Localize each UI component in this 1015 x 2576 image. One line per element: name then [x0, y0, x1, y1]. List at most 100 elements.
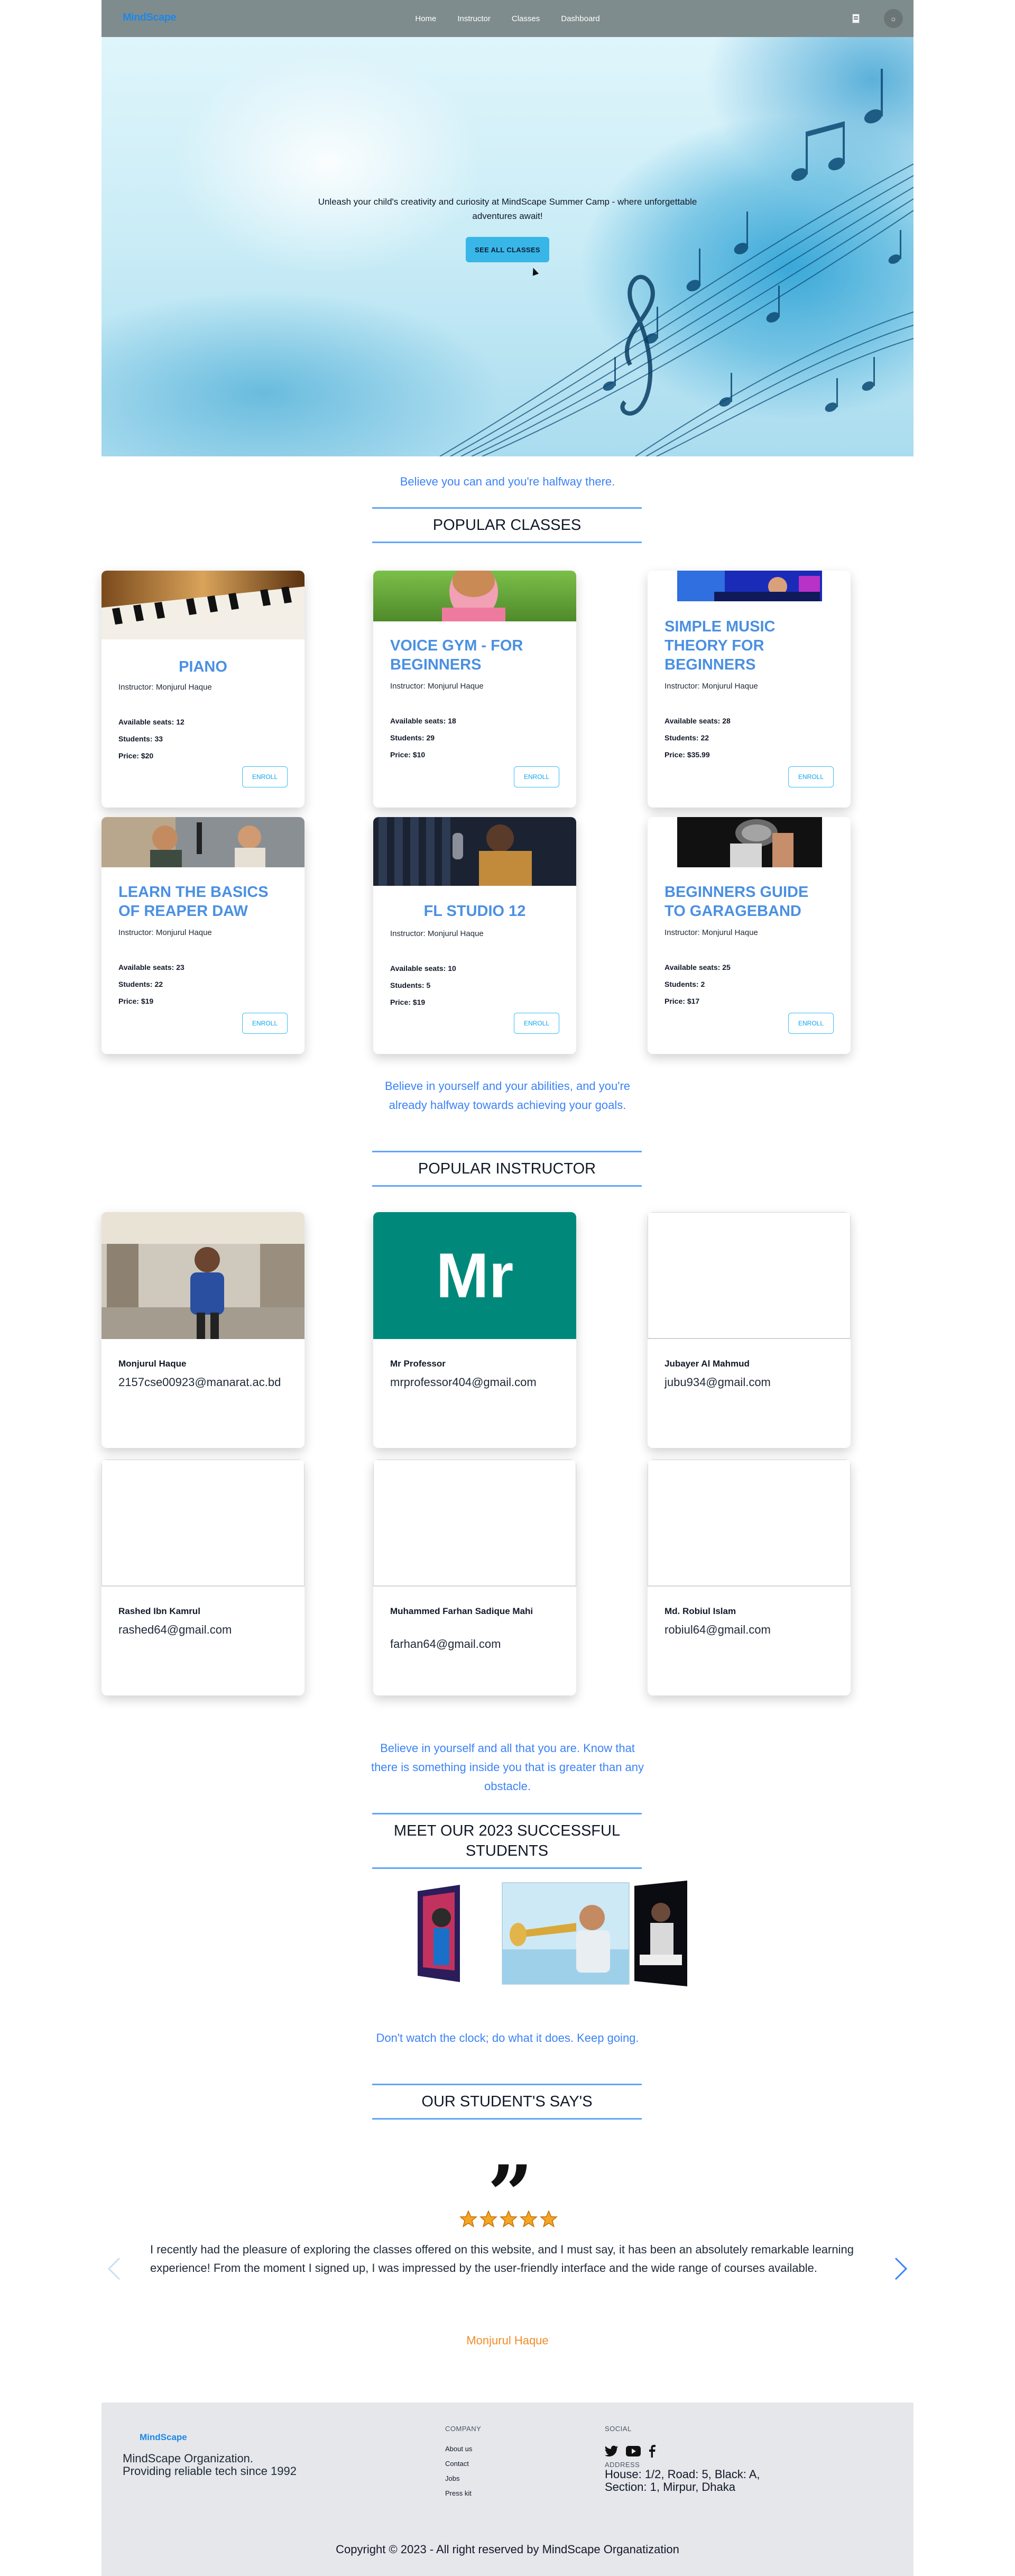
instructor-photo-placeholder [648, 1460, 851, 1587]
class-price: Price: $20 [118, 751, 154, 760]
footer-org-tagline: Providing reliable tech since 1992 [123, 2464, 297, 2478]
class-card: Beginners Guide to GarageBand Instructor… [648, 817, 851, 1054]
star-icon [540, 2210, 558, 2227]
class-instructor: Instructor: Monjurul Haque [390, 682, 484, 691]
twitter-icon[interactable] [605, 2445, 619, 2457]
instructor-email: jubu934@gmail.com [665, 1376, 771, 1389]
facebook-icon[interactable] [648, 2445, 656, 2458]
reviews-quote: Don't watch the clock; do what it does. … [376, 2031, 639, 2045]
instructor-name: Md. Robiul Islam [665, 1606, 736, 1616]
class-price: Price: $35.99 [665, 750, 710, 759]
instructor-photo [102, 1212, 304, 1339]
hero-tagline: Unleash your child's creativity and curi… [318, 197, 697, 221]
available-seats: Available seats: 12 [118, 718, 184, 726]
available-seats: Available seats: 23 [118, 963, 184, 971]
social-icons [605, 2445, 656, 2458]
footer-org: MindScape Organization. Providing reliab… [123, 2452, 297, 2478]
enroll-button[interactable]: ENROLL [514, 766, 559, 787]
reviews-title: OUR STUDENT'S SAY'S [372, 2084, 642, 2120]
footer-link-about[interactable]: About us [445, 2445, 472, 2453]
class-title: Piano [179, 658, 227, 675]
footer-link-contact[interactable]: Contact [445, 2460, 469, 2468]
instructor-photo-placeholder [648, 1212, 851, 1339]
footer-link-jobs[interactable]: Jobs [445, 2474, 459, 2482]
instructor-email: mrprofessor404@gmail.com [390, 1376, 537, 1389]
footer: MindScape MindScape Organization. Provid… [102, 2403, 914, 2576]
instructor-card: Jubayer Al Mahmud jubu934@gmail.com [648, 1212, 851, 1448]
star-icon [500, 2210, 518, 2227]
students-count: Students: 29 [390, 734, 435, 742]
hero-banner: Unleash your child's creativity and curi… [102, 37, 914, 456]
class-image-fl-studio [373, 817, 576, 886]
enroll-button[interactable]: ENROLL [514, 1013, 559, 1034]
instructor-name: Rashed Ibn Kamrul [118, 1606, 200, 1616]
instructor-email: robiul64@gmail.com [665, 1623, 771, 1636]
class-card: Voice Gym - For Beginners Instructor: Mo… [373, 571, 576, 808]
footer-logo[interactable]: MindScape [140, 2432, 187, 2443]
available-seats: Available seats: 25 [665, 963, 731, 971]
students-count: Students: 22 [665, 734, 709, 742]
nav-link-dashboard[interactable]: Dashboard [561, 14, 599, 23]
popular-instructor-title: POPULAR INSTRUCTOR [372, 1151, 642, 1187]
class-title: Simple Music Theory for Beginners [665, 618, 776, 673]
enroll-button[interactable]: ENROLL [242, 1013, 288, 1034]
document-icon[interactable] [852, 14, 860, 23]
class-card: FL Studio 12 Instructor: Monjurul Haque … [373, 817, 576, 1054]
star-icon [459, 2210, 477, 2227]
star-icon [520, 2210, 538, 2227]
class-card: Simple Music Theory for Beginners Instru… [648, 571, 851, 808]
previous-arrow-icon[interactable] [106, 2256, 123, 2281]
nav-link-instructor[interactable]: Instructor [457, 14, 491, 23]
instructor-card: Monjurul Haque 2157cse00923@manarat.ac.b… [102, 1212, 304, 1448]
star-icon [479, 2210, 497, 2227]
nav-link-classes[interactable]: Classes [512, 14, 540, 23]
enroll-button[interactable]: ENROLL [788, 1013, 834, 1034]
see-all-classes-button[interactable]: SEE ALL CLASSES [466, 237, 549, 262]
footer-link-press[interactable]: Press kit [445, 2489, 472, 2497]
instructor-name: Jubayer Al Mahmud [665, 1359, 750, 1369]
class-title: Beginners Guide to GarageBand [665, 884, 809, 920]
reviewer-name: Monjurul Haque [466, 2334, 549, 2347]
next-arrow-icon[interactable] [892, 2256, 909, 2281]
class-card: Learn the basics of Reaper DAW Instructo… [102, 817, 304, 1054]
available-seats: Available seats: 28 [665, 717, 731, 725]
footer-company-heading: COMPANY [445, 2425, 482, 2433]
youtube-icon[interactable] [626, 2446, 641, 2456]
available-seats: Available seats: 10 [390, 964, 456, 973]
students-count: Students: 2 [665, 980, 705, 988]
class-price: Price: $19 [118, 997, 154, 1005]
student-slide-center [502, 1882, 630, 1985]
nav-links: Home Instructor Classes Dashboard [102, 0, 914, 37]
instructor-card: Muhammed Farhan Sadique Mahi farhan64@gm… [373, 1460, 576, 1695]
student-slide-right [634, 1881, 687, 1986]
rating-stars [459, 2210, 558, 2229]
students-carousel[interactable] [418, 1881, 693, 1986]
instructor-photo-placeholder [373, 1460, 576, 1587]
class-instructor: Instructor: Monjurul Haque [665, 928, 758, 937]
class-card: Piano Instructor: Monjurul Haque Availab… [102, 571, 304, 808]
instructor-email: rashed64@gmail.com [118, 1623, 232, 1636]
class-instructor: Instructor: Monjurul Haque [665, 682, 758, 691]
instructor-avatar: Mr [373, 1212, 576, 1339]
theme-toggle-icon[interactable]: ☼ [884, 9, 903, 28]
successful-students-title: MEET OUR 2023 SUCCESSFUL STUDENTS [372, 1813, 642, 1869]
instructor-email: 2157cse00923@manarat.ac.bd [118, 1376, 281, 1389]
copyright: Copyright © 2023 - All right reserved by… [336, 2543, 679, 2556]
nav-link-home[interactable]: Home [415, 14, 436, 23]
popular-classes-title: POPULAR CLASSES [372, 507, 642, 543]
quote-icon: ” [487, 2148, 533, 2241]
students-quote: Believe in yourself and all that you are… [371, 1741, 644, 1793]
class-title: Voice Gym - For Beginners [390, 637, 523, 673]
enroll-button[interactable]: ENROLL [788, 766, 834, 787]
instructor-name: Muhammed Farhan Sadique Mahi [390, 1606, 533, 1616]
class-image-garageband [677, 817, 822, 867]
classes-quote: Believe you can and you're halfway there… [400, 475, 615, 488]
class-image-reaper-daw [102, 817, 304, 867]
enroll-button[interactable]: ENROLL [242, 766, 288, 787]
nav-right: ☼ [852, 0, 903, 37]
class-price: Price: $19 [390, 998, 426, 1006]
available-seats: Available seats: 18 [390, 717, 456, 725]
instructor-card: Rashed Ibn Kamrul rashed64@gmail.com [102, 1460, 304, 1695]
student-slide-left [418, 1885, 460, 1982]
students-count: Students: 5 [390, 981, 431, 989]
